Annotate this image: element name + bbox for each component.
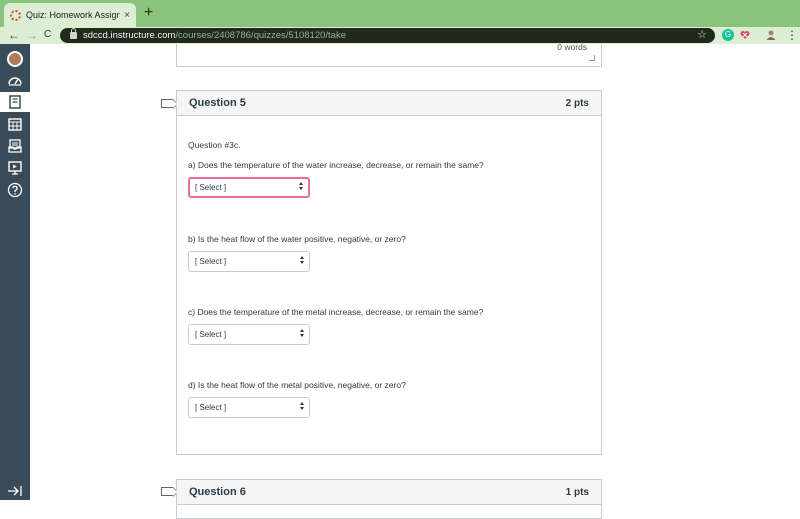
question-5: Question 5 2 pts Question #3c. a) Does t… bbox=[176, 90, 602, 455]
question-6: Question 6 1 pts bbox=[176, 479, 602, 519]
question-header: Question 6 1 pts bbox=[177, 480, 601, 505]
question-points: 1 pts bbox=[565, 486, 589, 498]
answer-select-b-value: [ Select ] bbox=[195, 257, 227, 266]
url-host: sdccd.instructure.com bbox=[83, 30, 176, 41]
resize-handle-icon[interactable] bbox=[589, 55, 595, 61]
question-intro: Question #3c. bbox=[188, 140, 241, 150]
new-tab-button[interactable]: + bbox=[144, 5, 153, 21]
global-navigation bbox=[0, 44, 30, 500]
bookmark-star-icon[interactable]: ☆ bbox=[697, 28, 707, 43]
question-title: Question 5 bbox=[189, 97, 246, 109]
account-avatar[interactable] bbox=[5, 49, 25, 69]
back-button[interactable]: ← bbox=[8, 28, 20, 42]
question-body: Question #3c. a) Does the temperature of… bbox=[177, 116, 601, 454]
select-arrows-icon bbox=[300, 402, 305, 412]
avatar bbox=[7, 51, 23, 67]
answer-select-b[interactable]: [ Select ] bbox=[188, 251, 310, 272]
collapse-nav-icon[interactable] bbox=[6, 484, 24, 496]
browser-tab[interactable]: Quiz: Homework Assignment # × bbox=[4, 3, 136, 27]
question-part-c-prompt: c) Does the temperature of the metal inc… bbox=[188, 307, 484, 317]
browser-tab-title: Quiz: Homework Assignment # bbox=[26, 10, 121, 20]
flag-question-icon[interactable] bbox=[161, 487, 178, 497]
browser-toolbar: ← → C sdccd.instructure.com /courses/240… bbox=[0, 27, 800, 44]
url-path: /courses/2408786/quizzes/5108120/take bbox=[175, 30, 347, 41]
question-header: Question 5 2 pts bbox=[177, 91, 601, 116]
answer-select-a[interactable]: [ Select ] bbox=[188, 177, 310, 198]
address-bar[interactable]: sdccd.instructure.com /courses/2408786/q… bbox=[60, 28, 715, 43]
question-points: 2 pts bbox=[565, 97, 589, 109]
courses-icon[interactable] bbox=[0, 92, 30, 112]
inbox-icon[interactable] bbox=[5, 136, 25, 156]
answer-select-c[interactable]: [ Select ] bbox=[188, 324, 310, 345]
answer-select-a-value: [ Select ] bbox=[195, 183, 227, 192]
select-arrows-icon bbox=[299, 182, 304, 192]
select-arrows-icon bbox=[300, 256, 305, 266]
flag-question-icon[interactable] bbox=[161, 99, 178, 109]
help-icon[interactable] bbox=[5, 180, 25, 200]
previous-essay-answer[interactable]: 0 words bbox=[176, 42, 602, 67]
answer-select-d-value: [ Select ] bbox=[195, 403, 227, 412]
question-part-a-prompt: a) Does the temperature of the water inc… bbox=[188, 160, 484, 170]
dashboard-icon[interactable] bbox=[5, 71, 25, 91]
reload-button[interactable]: C bbox=[44, 28, 51, 42]
extension-icon[interactable] bbox=[739, 29, 751, 41]
browser-menu-icon[interactable]: ⋮ bbox=[786, 28, 798, 42]
select-arrows-icon bbox=[300, 329, 305, 339]
answer-select-d[interactable]: [ Select ] bbox=[188, 397, 310, 418]
question-part-b-prompt: b) Is the heat flow of the water positiv… bbox=[188, 234, 406, 244]
browser-tab-strip: Quiz: Homework Assignment # × + bbox=[0, 0, 800, 27]
quiz-content: 0 words Question 5 2 pts Question #3c. a… bbox=[30, 42, 800, 519]
extension-icon[interactable] bbox=[765, 29, 777, 41]
question-part-d-prompt: d) Is the heat flow of the metal positiv… bbox=[188, 380, 406, 390]
answer-select-c-value: [ Select ] bbox=[195, 330, 227, 339]
tab-close-icon[interactable]: × bbox=[124, 10, 130, 21]
forward-button[interactable]: → bbox=[26, 28, 38, 42]
word-count: 0 words bbox=[557, 42, 587, 52]
calendar-icon[interactable] bbox=[5, 114, 25, 134]
lock-icon bbox=[70, 28, 77, 39]
canvas-favicon-icon bbox=[10, 9, 21, 21]
grammarly-extension-icon[interactable]: G bbox=[722, 29, 734, 41]
question-title: Question 6 bbox=[189, 486, 246, 498]
commons-icon[interactable] bbox=[5, 158, 25, 178]
